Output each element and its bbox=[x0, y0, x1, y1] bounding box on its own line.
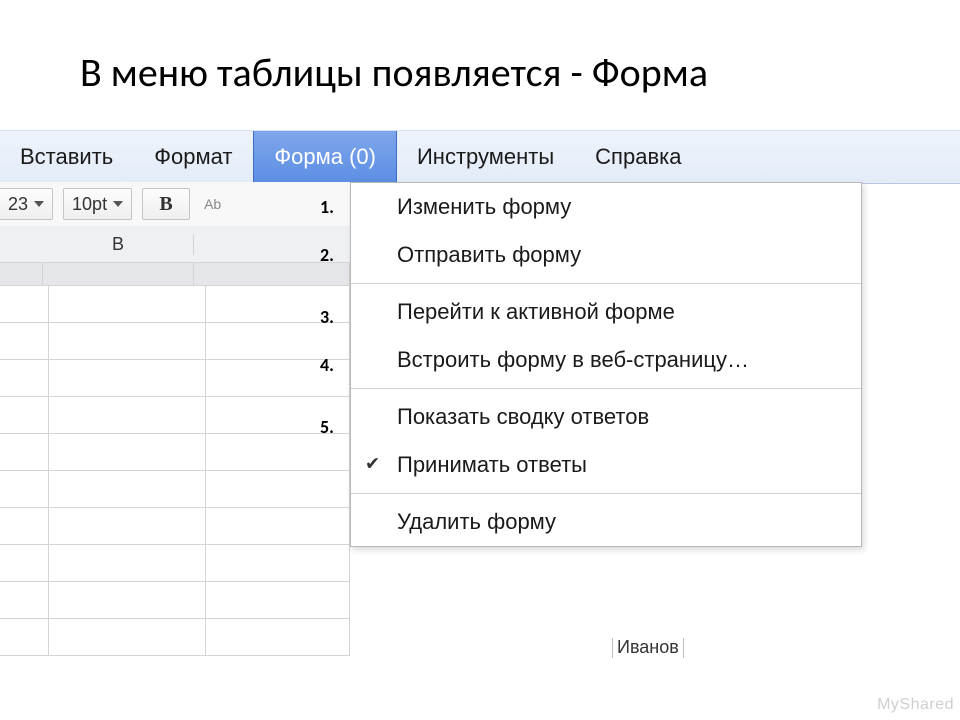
menu-item-label: Удалить форму bbox=[397, 509, 556, 535]
menu-form[interactable]: Форма (0) bbox=[253, 131, 397, 183]
menu-item-show-summary[interactable]: Показать сводку ответов bbox=[351, 393, 861, 441]
strikethrough-button-partial[interactable]: Ab bbox=[200, 196, 221, 212]
spreadsheet-grid[interactable]: B bbox=[0, 226, 350, 690]
table-row[interactable] bbox=[0, 471, 350, 508]
column-header-B[interactable]: B bbox=[43, 234, 194, 255]
table-row[interactable] bbox=[0, 582, 350, 619]
menu-insert[interactable]: Вставить bbox=[0, 131, 134, 183]
table-row[interactable] bbox=[0, 508, 350, 545]
app-screenshot: Вставить Формат Форма (0) Инструменты Сп… bbox=[0, 130, 960, 690]
number-format-label: 23 bbox=[8, 194, 28, 215]
cropped-cell-fragment: Иванов bbox=[612, 638, 684, 658]
menu-item-label: Показать сводку ответов bbox=[397, 404, 649, 430]
menu-item-label: Принимать ответы bbox=[397, 452, 587, 478]
menu-separator bbox=[351, 283, 861, 284]
bold-button[interactable]: B bbox=[142, 188, 190, 220]
menu-item-send-form[interactable]: Отправить форму bbox=[351, 231, 861, 279]
menu-item-delete-form[interactable]: Удалить форму bbox=[351, 498, 861, 546]
menu-separator bbox=[351, 493, 861, 494]
menu-item-edit-form[interactable]: Изменить форму bbox=[351, 183, 861, 231]
menu-item-label: Изменить форму bbox=[397, 194, 571, 220]
watermark: MyShared bbox=[877, 696, 954, 714]
form-menu-dropdown: Изменить форму Отправить форму Перейти к… bbox=[350, 182, 862, 547]
column-header-row: B bbox=[0, 226, 350, 263]
menu-help[interactable]: Справка bbox=[575, 131, 702, 183]
table-row[interactable] bbox=[0, 619, 350, 656]
slide-title: В меню таблицы появляется - Форма bbox=[80, 48, 708, 97]
menu-item-embed-form[interactable]: Встроить форму в веб-страницу… bbox=[351, 336, 861, 384]
chevron-down-icon bbox=[34, 201, 44, 207]
table-row[interactable] bbox=[0, 286, 350, 323]
number-format-dropdown[interactable]: 23 bbox=[0, 188, 53, 220]
menu-tools[interactable]: Инструменты bbox=[397, 131, 575, 183]
menu-item-label: Отправить форму bbox=[397, 242, 581, 268]
filter-row bbox=[0, 263, 350, 286]
toolbar: 23 10pt B Ab bbox=[0, 182, 350, 227]
menu-item-go-to-live-form[interactable]: Перейти к активной форме bbox=[351, 288, 861, 336]
menu-item-label: Перейти к активной форме bbox=[397, 299, 675, 325]
table-row[interactable] bbox=[0, 545, 350, 582]
menu-item-label: Встроить форму в веб-страницу… bbox=[397, 347, 749, 373]
font-size-dropdown[interactable]: 10pt bbox=[63, 188, 132, 220]
menu-separator bbox=[351, 388, 861, 389]
table-row[interactable] bbox=[0, 434, 350, 471]
table-row[interactable] bbox=[0, 323, 350, 360]
menu-format[interactable]: Формат bbox=[134, 131, 253, 183]
chevron-down-icon bbox=[113, 201, 123, 207]
table-row[interactable] bbox=[0, 360, 350, 397]
menubar: Вставить Формат Форма (0) Инструменты Сп… bbox=[0, 130, 960, 184]
font-size-label: 10pt bbox=[72, 194, 107, 215]
check-icon: ✔ bbox=[365, 453, 380, 474]
menu-item-accepting-responses[interactable]: ✔ Принимать ответы bbox=[351, 441, 861, 489]
table-row[interactable] bbox=[0, 397, 350, 434]
